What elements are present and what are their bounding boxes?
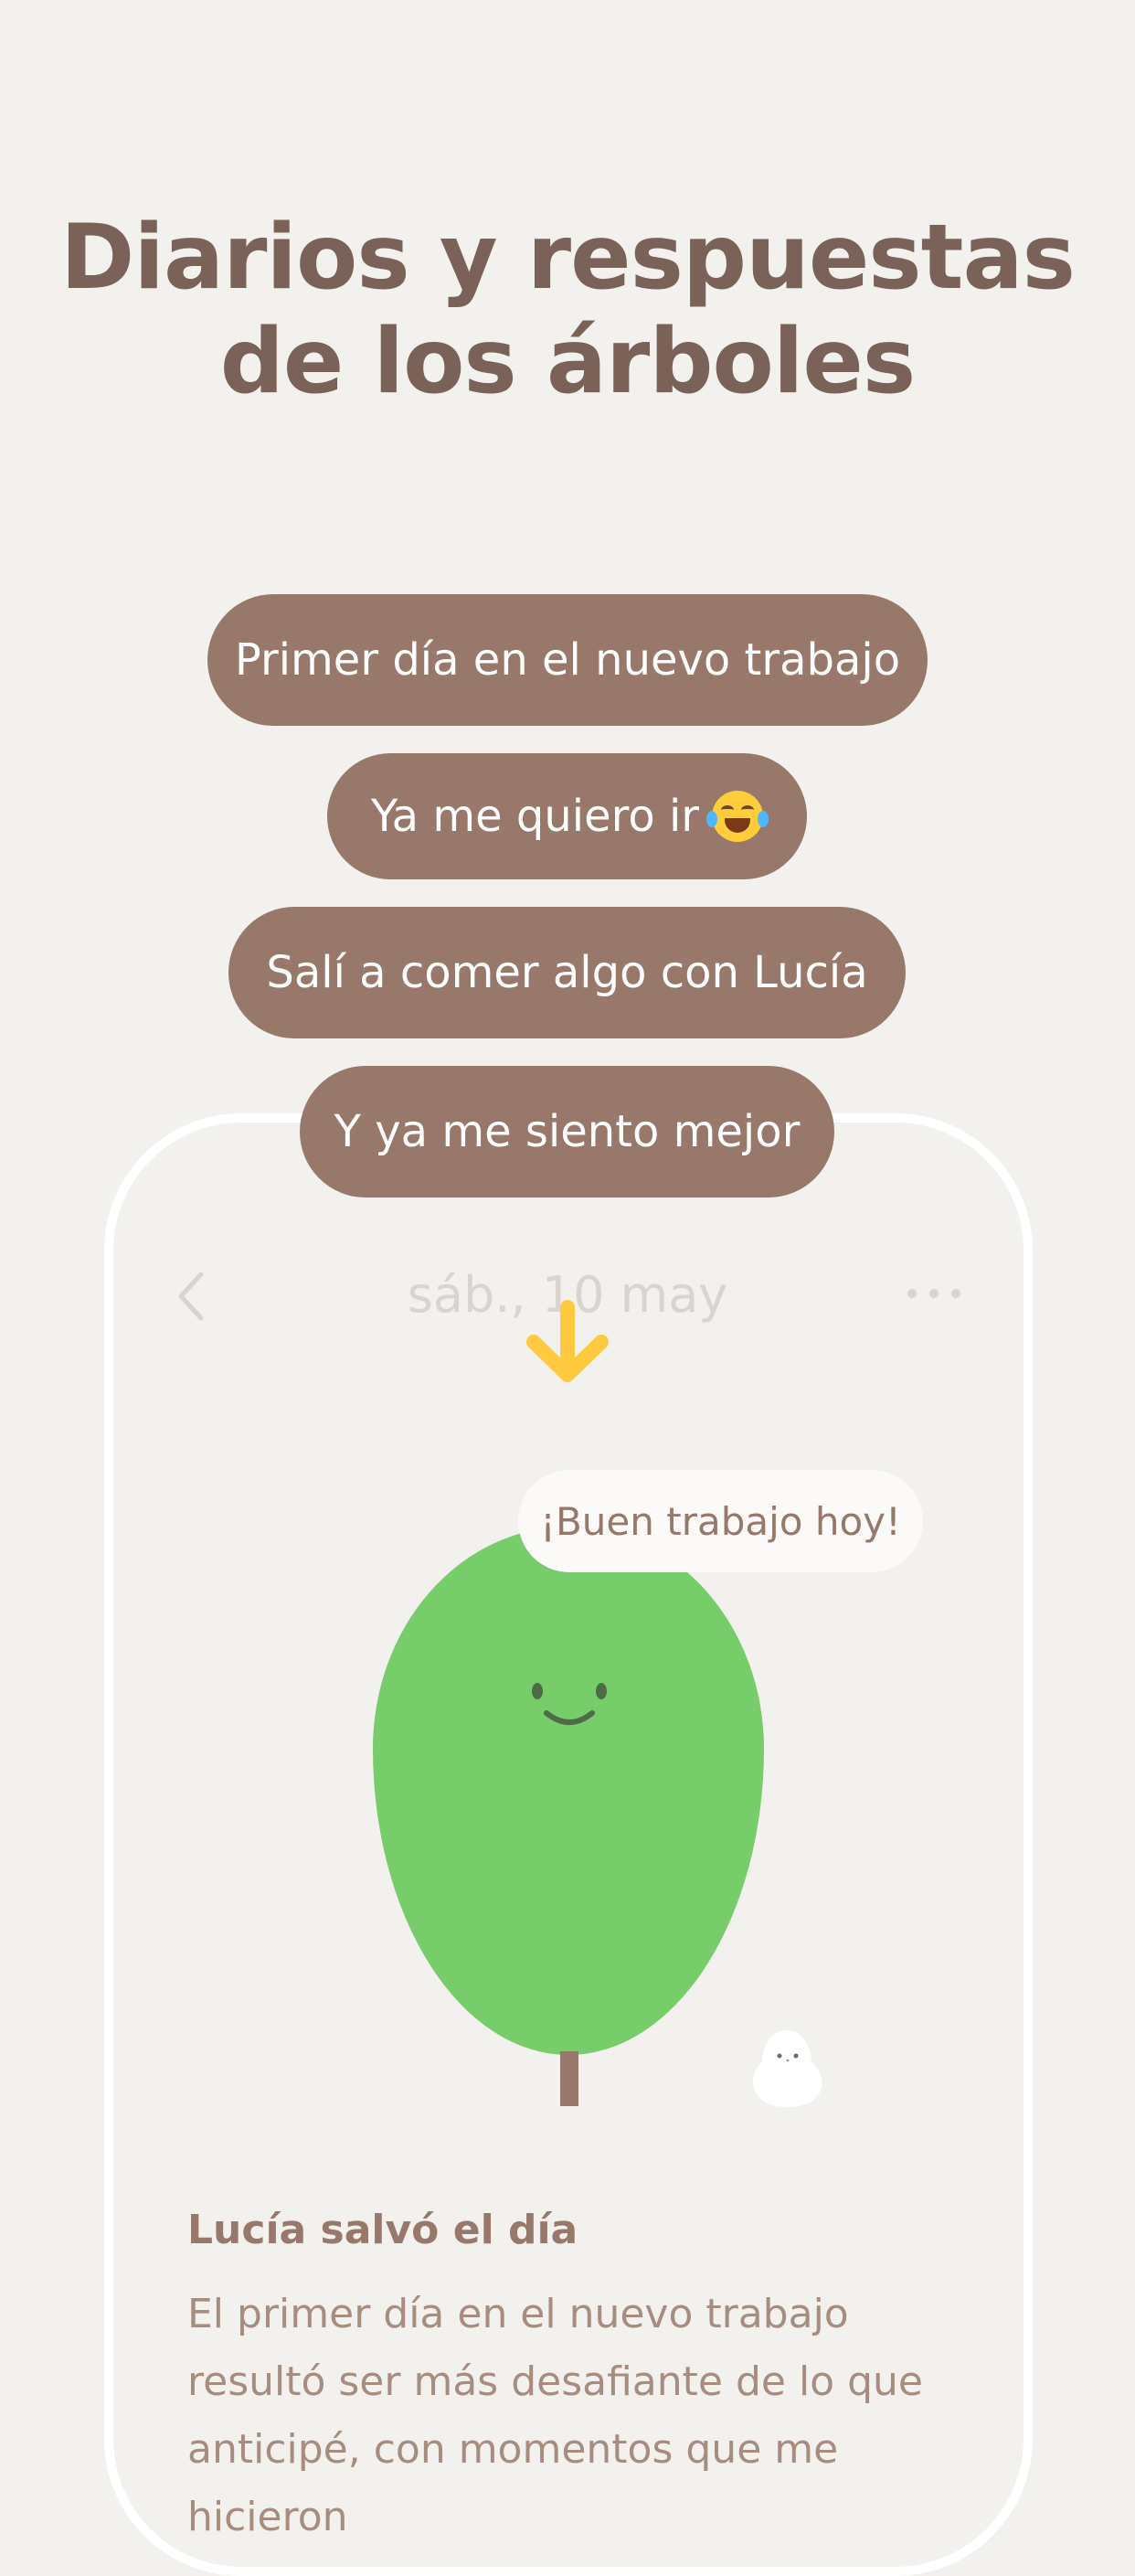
- journal-bubble: Primer día en el nuevo trabajo: [207, 594, 928, 726]
- tree-reply-bubble: ¡Buen trabajo hoy!: [518, 1470, 923, 1572]
- more-dots-icon[interactable]: [905, 1284, 963, 1303]
- bird-icon: [753, 2030, 822, 2107]
- tree-reply-text: ¡Buen trabajo hoy!: [540, 1498, 901, 1544]
- headline-line-1: Diarios y respuestas: [60, 206, 1076, 310]
- journal-bubble: Salí a comer algo con Lucía: [228, 907, 906, 1038]
- tree-trunk: [560, 2051, 578, 2106]
- journal-bubble-text: Y ya me siento mejor: [334, 1106, 801, 1157]
- journal-bubble: Y ya me siento mejor: [300, 1066, 834, 1198]
- arrow-down-icon: [526, 1300, 609, 1382]
- headline-line-2: de los árboles: [219, 310, 916, 414]
- journal-bubble-text: Primer día en el nuevo trabajo: [234, 634, 901, 686]
- journal-bubble-text: Ya me quiero ir: [370, 791, 700, 842]
- entry-title: Lucía salvó el día: [187, 2207, 578, 2253]
- journal-bubble: Ya me quiero ir: [327, 753, 807, 879]
- tree-face-icon: [532, 1683, 607, 1725]
- face-with-tears-of-joy-icon: [706, 791, 769, 842]
- journal-bubble-text: Salí a comer algo con Lucía: [266, 947, 868, 998]
- entry-body: El primer día en el nuevo trabajo result…: [187, 2291, 923, 2540]
- headline: Diarios y respuestas de los árboles: [0, 206, 1135, 414]
